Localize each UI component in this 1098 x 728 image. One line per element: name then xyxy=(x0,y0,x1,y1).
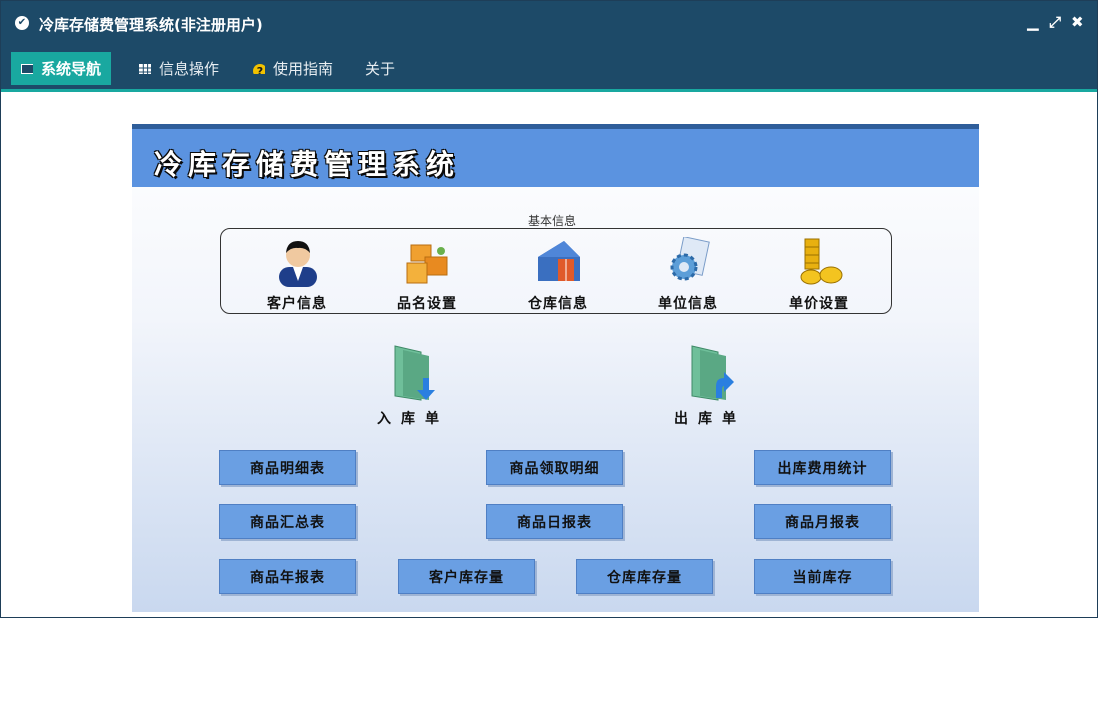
restore-icon[interactable]: ⤢ xyxy=(1049,13,1061,31)
minimize-icon[interactable]: ▁ xyxy=(1027,13,1039,31)
customer-info-item[interactable]: 客户信息 xyxy=(247,229,347,313)
warehouse-info-item[interactable]: 仓库信息 xyxy=(508,229,608,313)
item-label: 仓库信息 xyxy=(528,296,588,312)
main-content: 冷库存储费管理系统 基本信息 客户信息 品名设置 仓库信息 单位信息 单价设置 … xyxy=(1,92,1097,617)
item-label: 单位信息 xyxy=(658,296,718,312)
item-label: 单价设置 xyxy=(789,296,849,312)
coins-icon xyxy=(800,238,843,285)
window-title: 冷库存储费管理系统(非注册用户) xyxy=(39,16,263,34)
product-pickup-detail-button[interactable]: 商品领取明细 xyxy=(486,450,623,485)
tab-system-nav[interactable]: 系统导航 xyxy=(11,52,112,85)
item-label: 品名设置 xyxy=(397,296,457,312)
product-name-item[interactable]: 品名设置 xyxy=(377,229,477,313)
outbound-order-item[interactable]: 出库单 xyxy=(650,344,770,434)
gear-document-icon xyxy=(670,237,710,281)
warehouse-stock-button[interactable]: 仓库库存量 xyxy=(576,559,713,594)
banner: 冷库存储费管理系统 xyxy=(132,124,979,187)
product-daily-report-button[interactable]: 商品日报表 xyxy=(486,504,623,539)
outbound-label: 出库单 xyxy=(674,411,746,427)
folder-inbound-icon xyxy=(394,345,435,401)
inbound-order-item[interactable]: 入库单 xyxy=(353,344,473,434)
tab-label: 使用指南 xyxy=(273,60,334,78)
unit-price-item[interactable]: 单价设置 xyxy=(769,229,869,313)
folder-outbound-icon xyxy=(691,345,734,401)
monitor-icon xyxy=(21,63,33,74)
current-stock-button[interactable]: 当前库存 xyxy=(754,559,891,594)
product-detail-button[interactable]: 商品明细表 xyxy=(219,450,356,485)
item-label: 客户信息 xyxy=(267,296,327,312)
tab-label: 关于 xyxy=(365,60,396,78)
unit-info-item[interactable]: 单位信息 xyxy=(638,229,738,313)
app-logo-icon: ✔ xyxy=(15,16,29,30)
product-yearly-report-button[interactable]: 商品年报表 xyxy=(219,559,356,594)
tab-label: 系统导航 xyxy=(41,60,102,78)
person-icon xyxy=(279,241,317,287)
app-window: ✔ 冷库存储费管理系统(非注册用户) ▁ ⤢ ✖ 系统导航 信息操作 ? 使用指… xyxy=(0,0,1098,618)
inbound-label: 入库单 xyxy=(377,411,449,427)
menu-bar: 系统导航 信息操作 ? 使用指南 关于 xyxy=(1,45,1097,92)
tab-label: 信息操作 xyxy=(159,60,220,78)
grid-icon xyxy=(139,63,151,74)
basic-info-group: 客户信息 品名设置 仓库信息 单位信息 单价设置 xyxy=(220,228,892,314)
boxes-icon xyxy=(406,244,448,284)
help-icon: ? xyxy=(253,63,265,74)
tab-user-guide[interactable]: ? 使用指南 xyxy=(253,52,333,85)
navigation-panel: 冷库存储费管理系统 基本信息 客户信息 品名设置 仓库信息 单位信息 单价设置 … xyxy=(132,124,979,612)
outbound-fee-stats-button[interactable]: 出库费用统计 xyxy=(754,450,891,485)
tab-about[interactable]: 关于 xyxy=(365,52,395,85)
product-monthly-report-button[interactable]: 商品月报表 xyxy=(754,504,891,539)
basic-info-caption: 基本信息 xyxy=(528,214,577,228)
svg-text:?: ? xyxy=(257,65,263,74)
title-bar: ✔ 冷库存储费管理系统(非注册用户) ▁ ⤢ ✖ xyxy=(1,1,1097,45)
tab-info-ops[interactable]: 信息操作 xyxy=(139,52,219,85)
customer-stock-button[interactable]: 客户库存量 xyxy=(398,559,535,594)
close-icon[interactable]: ✖ xyxy=(1071,13,1084,31)
product-summary-button[interactable]: 商品汇总表 xyxy=(219,504,356,539)
banner-title: 冷库存储费管理系统 xyxy=(154,148,461,181)
warehouse-icon xyxy=(538,241,580,281)
